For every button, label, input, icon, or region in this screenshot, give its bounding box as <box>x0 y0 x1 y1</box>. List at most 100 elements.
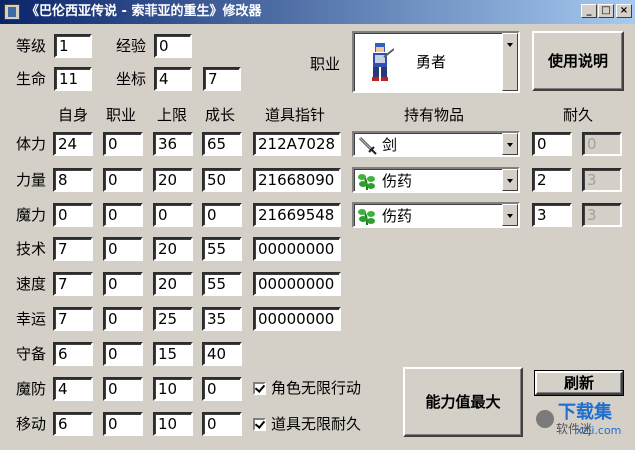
item-pointer-input[interactable]: 21668090 <box>253 168 341 192</box>
stat-label-strength: 力量 <box>16 171 47 189</box>
stat-label-magic: 魔力 <box>16 206 47 224</box>
max-durability-field: 0 <box>582 132 622 156</box>
item-pointer-input[interactable]: 00000000 <box>253 272 341 296</box>
stat-growth-input[interactable]: 55 <box>202 237 242 261</box>
maximize-button[interactable]: □ <box>598 4 614 18</box>
stat-label-skill: 技术 <box>16 240 47 258</box>
job-label: 职业 <box>310 55 341 73</box>
stat-growth-input[interactable]: 0 <box>202 377 242 401</box>
stat-growth-input[interactable]: 0 <box>202 412 242 436</box>
item-name: 伤药 <box>382 207 413 225</box>
level-label: 等级 <box>16 37 47 55</box>
stat-label-luck: 幸运 <box>16 310 47 328</box>
item-select[interactable]: 伤药 <box>352 167 520 193</box>
stat-job-input[interactable]: 0 <box>103 168 143 192</box>
durability-input[interactable]: 3 <box>532 203 572 227</box>
checkbox-box[interactable] <box>253 382 266 395</box>
stat-label-defense: 守备 <box>16 345 47 363</box>
stat-self-input[interactable]: 7 <box>53 307 93 331</box>
item-select[interactable]: 剑 <box>352 131 520 157</box>
stat-limit-input[interactable]: 20 <box>153 237 193 261</box>
stat-label-hp: 体力 <box>16 135 47 153</box>
durability-input[interactable]: 2 <box>532 168 572 192</box>
watermark-account: 软件迷 <box>556 422 593 436</box>
coord-x-input[interactable]: 4 <box>154 67 192 91</box>
stat-self-input[interactable]: 7 <box>53 237 93 261</box>
job-select[interactable]: 勇者 <box>352 31 520 93</box>
stat-self-input[interactable]: 7 <box>53 272 93 296</box>
stat-limit-input[interactable]: 20 <box>153 168 193 192</box>
item-pointer-input[interactable]: 212A7028 <box>253 132 341 156</box>
stat-job-input[interactable]: 0 <box>103 237 143 261</box>
wechat-icon <box>536 410 554 428</box>
item-pointer-input[interactable]: 21669548 <box>253 203 341 227</box>
coord-y-input[interactable]: 7 <box>203 67 241 91</box>
stat-limit-input[interactable]: 25 <box>153 307 193 331</box>
stat-growth-input[interactable]: 35 <box>202 307 242 331</box>
trainer-window: 《巴伦西亚传说 - 索菲亚的重生》修改器 _ □ × 等级 1 经验 0 生命 … <box>0 0 635 450</box>
stat-limit-input[interactable]: 10 <box>153 412 193 436</box>
header-durability: 耐久 <box>563 106 594 124</box>
stat-self-input[interactable]: 6 <box>53 342 93 366</box>
stat-self-input[interactable]: 0 <box>53 203 93 227</box>
header-items: 持有物品 <box>404 106 465 124</box>
item-pointer-input[interactable]: 00000000 <box>253 307 341 331</box>
item-name: 伤药 <box>382 172 413 190</box>
app-icon <box>4 4 20 20</box>
stat-limit-input[interactable]: 10 <box>153 377 193 401</box>
stat-growth-input[interactable]: 55 <box>202 272 242 296</box>
header-growth: 成长 <box>205 106 236 124</box>
stat-growth-input[interactable]: 50 <box>202 168 242 192</box>
stat-self-input[interactable]: 6 <box>53 412 93 436</box>
max-stats-button[interactable]: 能力值最大 <box>403 367 523 437</box>
refresh-button[interactable]: 刷新 <box>534 370 624 396</box>
stat-label-move: 移动 <box>16 415 47 433</box>
stat-self-input[interactable]: 24 <box>53 132 93 156</box>
header-job: 职业 <box>106 106 137 124</box>
stat-label-speed: 速度 <box>16 275 47 293</box>
stat-growth-input[interactable]: 40 <box>202 342 242 366</box>
stat-job-input[interactable]: 0 <box>103 307 143 331</box>
stat-limit-input[interactable]: 36 <box>153 132 193 156</box>
stat-self-input[interactable]: 8 <box>53 168 93 192</box>
stat-growth-input[interactable]: 0 <box>202 203 242 227</box>
level-input[interactable]: 1 <box>54 34 92 58</box>
item-dropdown-button[interactable] <box>502 169 518 191</box>
title-bar[interactable]: 《巴伦西亚传说 - 索菲亚的重生》修改器 _ □ × <box>0 0 635 24</box>
stat-limit-input[interactable]: 0 <box>153 203 193 227</box>
checkbox-label: 道具无限耐久 <box>271 415 362 433</box>
job-value: 勇者 <box>416 53 447 71</box>
item-dropdown-button[interactable] <box>502 133 518 155</box>
item-name: 剑 <box>382 136 398 154</box>
hp-input[interactable]: 11 <box>54 67 92 91</box>
exp-label: 经验 <box>116 37 147 55</box>
checkbox-box[interactable] <box>253 418 266 431</box>
help-button[interactable]: 使用说明 <box>532 31 624 91</box>
stat-job-input[interactable]: 0 <box>103 342 143 366</box>
stat-job-input[interactable]: 0 <box>103 377 143 401</box>
stat-job-input[interactable]: 0 <box>103 412 143 436</box>
stat-job-input[interactable]: 0 <box>103 132 143 156</box>
stat-job-input[interactable]: 0 <box>103 203 143 227</box>
close-button[interactable]: × <box>616 4 632 18</box>
minimize-button[interactable]: _ <box>581 4 597 18</box>
window-title: 《巴伦西亚传说 - 索菲亚的重生》修改器 <box>26 4 262 19</box>
item-pointer-input[interactable]: 00000000 <box>253 237 341 261</box>
checkbox-label: 角色无限行动 <box>271 379 362 397</box>
item-dropdown-button[interactable] <box>502 204 518 226</box>
stat-job-input[interactable]: 0 <box>103 272 143 296</box>
stat-limit-input[interactable]: 15 <box>153 342 193 366</box>
max-durability-field: 3 <box>582 168 622 192</box>
hp-label: 生命 <box>16 70 47 88</box>
durability-input[interactable]: 0 <box>532 132 572 156</box>
max-durability-field: 3 <box>582 203 622 227</box>
stat-limit-input[interactable]: 20 <box>153 272 193 296</box>
stat-growth-input[interactable]: 65 <box>202 132 242 156</box>
stat-self-input[interactable]: 4 <box>53 377 93 401</box>
hero-sprite-icon <box>372 43 394 81</box>
exp-input[interactable]: 0 <box>154 34 192 58</box>
job-dropdown-button[interactable] <box>502 33 518 91</box>
site-watermark: 下载集 xzji.com 软件迷 <box>536 398 632 446</box>
item-select[interactable]: 伤药 <box>352 202 520 228</box>
coord-label: 坐标 <box>116 70 147 88</box>
